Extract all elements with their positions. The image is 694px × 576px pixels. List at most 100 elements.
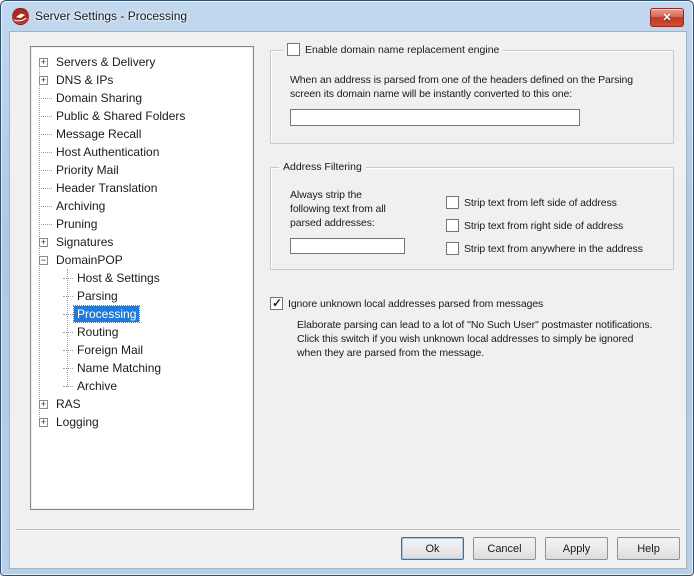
expand-icon[interactable]: + (39, 418, 48, 427)
titlebar[interactable]: Server Settings - Processing ✕ (1, 1, 693, 31)
tree-item-label: Servers & Delivery (53, 54, 158, 70)
dialog-body: + Servers & Delivery + DNS & IPs Domain Shar… (9, 31, 687, 569)
strip-option-label: Strip text from right side of address (464, 220, 623, 232)
window-title: Server Settings - Processing (35, 9, 187, 23)
strip-text-label: Always strip the following text from all… (290, 188, 430, 230)
tree-item-archive[interactable]: Archive (63, 377, 251, 395)
strip-option-row: Strip text from right side of address (446, 219, 623, 232)
footer-buttons: Ok Cancel Apply Help (401, 537, 680, 560)
address-filtering-title: Address Filtering (283, 161, 362, 173)
tree-item-label: Name Matching (74, 360, 164, 376)
cancel-button[interactable]: Cancel (473, 537, 536, 560)
tree-connector (63, 342, 73, 351)
tree-item-label: Routing (74, 324, 121, 340)
enable-domain-replacement-label: Enable domain name replacement engine (305, 44, 499, 56)
tree-connector (39, 180, 52, 189)
ignore-unknown-label: Ignore unknown local addresses parsed fr… (288, 298, 543, 310)
tree-item-label: Foreign Mail (74, 342, 146, 358)
settings-tree: + Servers & Delivery + DNS & IPs Domain Shar… (30, 46, 254, 510)
tree-connector (39, 198, 52, 207)
ok-button[interactable]: Ok (401, 537, 464, 560)
tree-item-label: Header Translation (53, 180, 160, 196)
tree-item-domainpop[interactable]: −DomainPOP (35, 251, 251, 269)
strip-text-input[interactable] (290, 238, 405, 254)
strip-option-row: Strip text from anywhere in the address (446, 242, 643, 255)
tree-item-label: Public & Shared Folders (53, 108, 188, 124)
tree-item-header-translation[interactable]: Header Translation (35, 179, 251, 197)
tree-connector (63, 306, 73, 315)
tree-item-message-recall[interactable]: Message Recall (35, 125, 251, 143)
tree-item-label: Message Recall (53, 126, 144, 142)
tree-item-label: RAS (53, 396, 84, 412)
tree-item-label: Host Authentication (53, 144, 162, 160)
tree-item-host-authentication[interactable]: Host Authentication (35, 143, 251, 161)
address-filtering-group: Address Filtering Always strip the follo… (270, 167, 674, 270)
tree-item-label: Parsing (74, 288, 121, 304)
domain-replacement-caption: Enable domain name replacement engine (283, 43, 503, 56)
tree-connector (63, 324, 73, 333)
tree-item-servers-delivery[interactable]: + Servers & Delivery (35, 53, 251, 71)
strip-text-from-anywhere-in-the-address-checkbox[interactable] (446, 242, 459, 255)
tree-connector (63, 360, 73, 369)
tree-item-label: Logging (53, 414, 102, 430)
tree-item-label: Processing (74, 306, 139, 322)
expand-icon[interactable]: + (39, 76, 48, 85)
tree-item-parsing[interactable]: Parsing (63, 287, 251, 305)
tree-item-public-shared-folders[interactable]: Public & Shared Folders (35, 107, 251, 125)
close-icon: ✕ (662, 11, 671, 24)
domain-replacement-group: Enable domain name replacement engine Wh… (270, 50, 674, 144)
tree-item-logging[interactable]: + Logging (35, 413, 251, 431)
tree-item-dns-ips[interactable]: + DNS & IPs (35, 71, 251, 89)
mdaemon-logo-icon (12, 8, 29, 25)
tree-item-label: DNS & IPs (53, 72, 116, 88)
address-filtering-caption: Address Filtering (279, 161, 366, 173)
tree-connector (63, 288, 73, 297)
expand-icon[interactable]: + (39, 58, 48, 67)
tree-item-host-settings[interactable]: Host & Settings (63, 269, 251, 287)
tree-connector (39, 144, 52, 153)
strip-option-label: Strip text from left side of address (464, 197, 617, 209)
tree-item-foreign-mail[interactable]: Foreign Mail (63, 341, 251, 359)
enable-domain-replacement-checkbox[interactable] (287, 43, 300, 56)
ignore-unknown-row: Ignore unknown local addresses parsed fr… (270, 297, 543, 310)
tree-item-label: Pruning (53, 216, 100, 232)
tree-item-domain-sharing[interactable]: Domain Sharing (35, 89, 251, 107)
tree-connector (63, 378, 73, 387)
tree-connector (39, 216, 52, 225)
tree-connector (39, 90, 52, 99)
tree-item-signatures[interactable]: + Signatures (35, 233, 251, 251)
collapse-icon[interactable]: − (39, 256, 48, 265)
server-settings-window: Server Settings - Processing ✕ + Servers … (0, 0, 694, 576)
tree-connector (39, 162, 52, 171)
tree-item-archiving[interactable]: Archiving (35, 197, 251, 215)
tree-connector (63, 270, 73, 279)
close-button[interactable]: ✕ (650, 8, 684, 27)
replacement-domain-input[interactable] (290, 109, 580, 126)
tree-item-pruning[interactable]: Pruning (35, 215, 251, 233)
expand-icon[interactable]: + (39, 400, 48, 409)
help-button[interactable]: Help (617, 537, 680, 560)
tree-connector (39, 108, 52, 117)
strip-option-row: Strip text from left side of address (446, 196, 617, 209)
tree-item-label: Domain Sharing (53, 90, 145, 106)
tree-item-label: Host & Settings (74, 270, 163, 286)
tree-connector (39, 126, 52, 135)
ignore-unknown-checkbox[interactable] (270, 297, 283, 310)
tree-item-label: Priority Mail (53, 162, 122, 178)
tree-item-label: Signatures (53, 234, 116, 250)
tree-item-label: Archive (74, 378, 120, 394)
domain-replacement-description: When an address is parsed from one of th… (290, 73, 682, 101)
tree-item-routing[interactable]: Routing (63, 323, 251, 341)
tree-item-processing[interactable]: Processing (63, 305, 251, 323)
tree-item-priority-mail[interactable]: Priority Mail (35, 161, 251, 179)
strip-text-from-left-side-of-address-checkbox[interactable] (446, 196, 459, 209)
ignore-unknown-description: Elaborate parsing can lead to a lot of '… (297, 318, 694, 360)
tree-item-ras[interactable]: + RAS (35, 395, 251, 413)
footer-divider (16, 529, 680, 531)
apply-button[interactable]: Apply (545, 537, 608, 560)
tree-item-name-matching[interactable]: Name Matching (63, 359, 251, 377)
expand-icon[interactable]: + (39, 238, 48, 247)
tree-item-label: DomainPOP (53, 252, 126, 268)
strip-option-label: Strip text from anywhere in the address (464, 243, 643, 255)
strip-text-from-right-side-of-address-checkbox[interactable] (446, 219, 459, 232)
